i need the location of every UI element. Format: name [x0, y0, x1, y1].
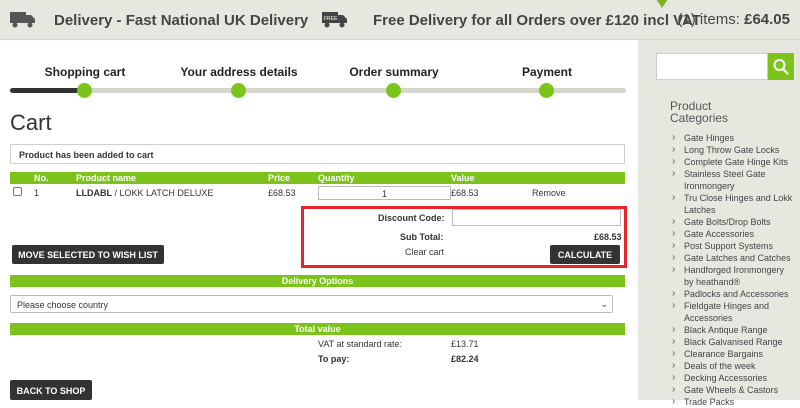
- mini-cart-total: £64.05: [744, 11, 790, 28]
- free-icon-label: FREE: [324, 16, 338, 22]
- subtotal-value: £68.53: [594, 232, 622, 242]
- category-item[interactable]: Gate Latches and Catches: [671, 252, 796, 264]
- vat-label: VAT at standard rate:: [318, 339, 403, 349]
- category-list: Gate Hinges Long Throw Gate Locks Comple…: [671, 132, 796, 408]
- categories-title-line2: Categories: [670, 111, 729, 125]
- delivery-options-header: Delivery Options: [10, 275, 625, 287]
- category-item[interactable]: Gate Hinges: [671, 132, 796, 144]
- category-item[interactable]: Long Throw Gate Locks: [671, 144, 796, 156]
- cart-table-header: No. Product name Price Quantity Value: [10, 172, 625, 184]
- category-item[interactable]: Post Support Systems: [671, 240, 796, 252]
- delivery-truck-icon: [10, 12, 35, 28]
- item-no: 1: [34, 188, 40, 198]
- category-item[interactable]: Gate Bolts/Drop Bolts: [671, 216, 796, 228]
- discount-label: Discount Code:: [378, 213, 445, 223]
- step-label-address: Your address details: [180, 65, 298, 79]
- cart-notice: Product has been added to cart: [10, 144, 625, 164]
- search-input[interactable]: [656, 53, 768, 80]
- item-value: £68.53: [451, 188, 479, 198]
- category-item[interactable]: Complete Gate Hinge Kits: [671, 156, 796, 168]
- step-dot-payment: [539, 83, 554, 98]
- step-label-summary: Order summary: [349, 65, 439, 79]
- corner-badge-icon: [650, 0, 674, 8]
- calculate-button[interactable]: CALCULATE: [550, 245, 620, 264]
- col-no: No.: [34, 173, 49, 183]
- search-icon: [773, 59, 789, 75]
- clear-cart-link[interactable]: Clear cart: [405, 247, 444, 257]
- page-title: Cart: [10, 110, 52, 135]
- step-dot-address: [231, 83, 246, 98]
- progress-done: [10, 88, 85, 93]
- col-price: Price: [268, 173, 291, 183]
- country-select[interactable]: Please choose country ⌄: [10, 295, 613, 313]
- categories-title: Product Categories: [670, 100, 728, 124]
- table-row: 1 LLDABL / LOKK LATCH DELUXE £68.53 1 £6…: [10, 184, 625, 204]
- step-dot-shopping-cart: [77, 83, 92, 98]
- step-label-payment: Payment: [521, 65, 573, 79]
- free-delivery-text: Free Delivery for all Orders over £120 i…: [373, 12, 701, 29]
- item-name[interactable]: LOKK LATCH DELUXE: [120, 188, 214, 198]
- category-item[interactable]: Black Antique Range: [671, 324, 796, 336]
- delivery-options-title: Delivery Options: [281, 276, 354, 286]
- category-item[interactable]: Gate Accessories: [671, 228, 796, 240]
- category-item[interactable]: Padlocks and Accessories: [671, 288, 796, 300]
- category-item[interactable]: Handforged Ironmongery by heathand®: [671, 264, 796, 288]
- col-value: Value: [451, 173, 475, 183]
- delivery-text: Delivery - Fast National UK Delivery: [54, 12, 309, 29]
- step-label-shopping-cart: Shopping cart: [44, 65, 126, 79]
- to-pay-label: To pay:: [318, 354, 350, 364]
- category-item[interactable]: Clearance Bargains: [671, 348, 796, 360]
- chevron-down-icon: ⌄: [600, 299, 608, 309]
- col-quantity: Quantity: [318, 173, 355, 183]
- category-item[interactable]: Trade Packs: [671, 396, 796, 408]
- mini-cart[interactable]: (1) items: £64.05: [677, 11, 790, 28]
- category-item[interactable]: Gate Wheels & Castors: [671, 384, 796, 396]
- category-item[interactable]: Tru Close Hinges and Lokk Latches: [671, 192, 796, 216]
- total-value-title: Total value: [294, 324, 341, 334]
- quantity-input[interactable]: 1: [318, 186, 451, 200]
- checkout-progress: Shopping cart Your address details Order…: [10, 64, 626, 104]
- top-bar: Delivery - Fast National UK Delivery FRE…: [0, 0, 800, 40]
- category-item[interactable]: Stainless Steel Gate Ironmongery: [671, 168, 796, 192]
- category-item[interactable]: Fieldgate Hinges and Accessories: [671, 300, 796, 324]
- mini-cart-count: (1) items:: [677, 11, 740, 28]
- back-to-shop-button[interactable]: BACK TO SHOP: [10, 380, 92, 400]
- step-dot-summary: [386, 83, 401, 98]
- progress-track: [10, 88, 626, 93]
- subtotal-label: Sub Total:: [400, 232, 444, 242]
- category-item[interactable]: Deals of the week: [671, 360, 796, 372]
- item-code: LLDABL: [76, 188, 112, 198]
- item-price: £68.53: [268, 188, 296, 198]
- discount-code-input[interactable]: [452, 209, 621, 226]
- total-value-header: Total value: [10, 323, 625, 335]
- category-item[interactable]: Black Galvanised Range: [671, 336, 796, 348]
- remove-link[interactable]: Remove: [532, 188, 566, 198]
- move-to-wishlist-button[interactable]: MOVE SELECTED TO WISH LIST: [12, 245, 164, 264]
- col-product: Product name: [76, 173, 137, 183]
- country-select-value: Please choose country: [17, 300, 109, 310]
- to-pay-value: £82.24: [451, 354, 479, 364]
- vat-value: £13.71: [451, 339, 479, 349]
- item-select-checkbox[interactable]: [13, 187, 22, 196]
- item-sep: /: [112, 188, 120, 198]
- free-delivery-truck-icon: FREE: [322, 12, 347, 28]
- search-button[interactable]: [768, 53, 794, 80]
- category-item[interactable]: Decking Accessories: [671, 372, 796, 384]
